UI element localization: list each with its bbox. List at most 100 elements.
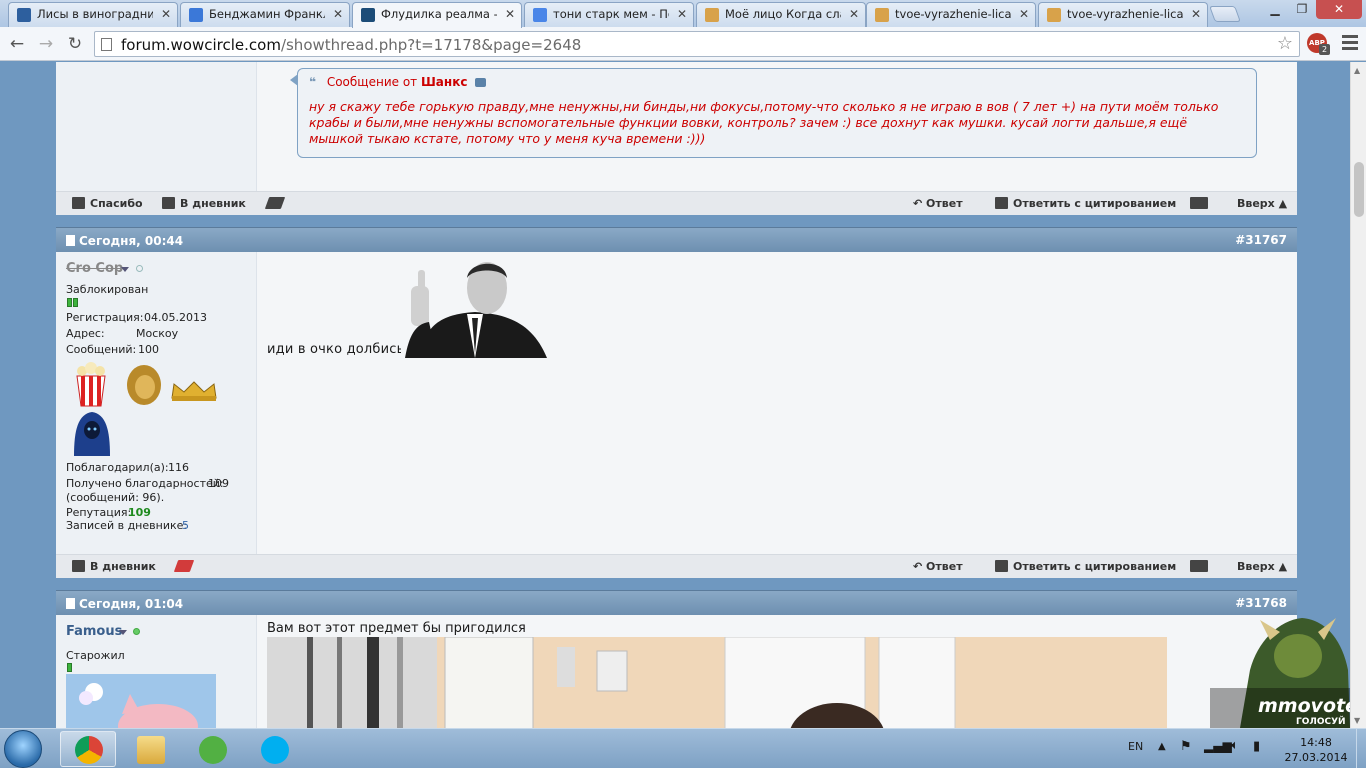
quote-reply-icon [995, 560, 1008, 572]
back-button[interactable]: ← [5, 32, 29, 56]
diary-button[interactable]: В дневник [72, 560, 156, 573]
diary-entries-label: Записей в дневнике: [66, 519, 188, 532]
tray-expand-icon[interactable]: ▲ [1158, 741, 1166, 752]
thanks-button[interactable]: Спасибо [72, 197, 143, 210]
address-label: Адрес: [66, 327, 105, 340]
back-to-top-link[interactable]: Вверх ▲ [1237, 197, 1287, 210]
scroll-down-icon[interactable]: ▼ [1354, 716, 1360, 725]
username[interactable]: Famous [66, 624, 122, 639]
tab-4[interactable]: тони старк мем - Пои ✕ [524, 2, 694, 27]
show-desktop-button[interactable] [1356, 729, 1366, 768]
user-menu-caret-icon[interactable] [119, 630, 127, 635]
reply-with-quote-button[interactable]: Ответить с цитированием [995, 560, 1176, 573]
quote-author[interactable]: Шанкс [421, 75, 467, 89]
system-clock[interactable]: 14:48 27.03.2014 [1282, 735, 1350, 765]
post-message: Вам вот этот предмет бы пригодился [267, 621, 526, 636]
action-center-flag-icon[interactable]: ⚑ [1180, 739, 1192, 754]
crown-award-icon [171, 381, 217, 401]
close-tab-icon[interactable]: ✕ [333, 7, 343, 21]
restore-button[interactable]: ❐ [1289, 0, 1315, 19]
offline-status-icon [136, 265, 143, 272]
page-scrollbar[interactable]: ▲ ▼ [1350, 62, 1366, 728]
reputation-red-icon [173, 560, 195, 572]
skype-icon [261, 736, 289, 764]
volume-icon[interactable]: 🔈︎ [1231, 738, 1239, 753]
power-icon[interactable]: ▮ [1253, 739, 1260, 754]
close-tab-icon[interactable]: ✕ [849, 7, 859, 21]
reply-button[interactable]: ↶ Ответ [913, 560, 963, 573]
tab-5[interactable]: Моё лицо Когда слаб ✕ [696, 2, 866, 27]
username[interactable]: Cro Cop [66, 261, 123, 276]
reg-value: 04.05.2013 [144, 311, 207, 324]
mmovote-badge[interactable]: mmovote ГОЛОСУЙ [1210, 610, 1350, 728]
chrome-menu-icon[interactable] [1342, 35, 1358, 51]
diary-entries-value[interactable]: 5 [182, 518, 189, 534]
post-date: Сегодня, 00:44 [66, 234, 183, 248]
browser-toolbar: ← → ↻ forum.wowcircle.com/showthread.php… [0, 27, 1366, 61]
reputation-button[interactable] [173, 560, 197, 573]
close-window-button[interactable]: ✕ [1316, 0, 1362, 19]
close-tab-icon[interactable]: ✕ [677, 7, 687, 21]
online-status-icon [133, 628, 140, 635]
explorer-icon [137, 736, 165, 764]
close-tab-icon[interactable]: ✕ [505, 7, 515, 21]
reply-with-quote-button[interactable]: Ответить с цитированием [995, 197, 1176, 210]
tab-7[interactable]: tvoe-vyrazhenie-lica_4 ✕ [1038, 2, 1208, 27]
reputation-icon [264, 197, 286, 209]
hooded-figure-award-icon [74, 412, 110, 456]
post-number-link[interactable]: #31768 [1235, 596, 1287, 610]
post-message: иди в очко долбись [267, 342, 405, 357]
diary-button[interactable]: В дневник [162, 197, 246, 210]
reload-button[interactable]: ↻ [63, 32, 87, 56]
new-tab-button[interactable] [1209, 6, 1241, 22]
close-tab-icon[interactable]: ✕ [1191, 7, 1201, 21]
multiquote-button[interactable] [1190, 197, 1213, 210]
scroll-thumb[interactable] [1354, 162, 1364, 217]
tab-2[interactable]: Бенджамин Франклин ✕ [180, 2, 350, 27]
bookmark-star-icon[interactable]: ☆ [1277, 33, 1293, 54]
quote-reply-icon [995, 197, 1008, 209]
tab-1[interactable]: Лисы в виноградниках ✕ [8, 2, 178, 27]
scroll-up-icon[interactable]: ▲ [1354, 66, 1360, 75]
url-text[interactable]: forum.wowcircle.com/showthread.php?t=171… [121, 36, 581, 54]
taskbar-chrome[interactable] [60, 731, 116, 767]
reputation-button[interactable] [264, 197, 288, 210]
post-body-31768: Вам вот этот предмет бы пригодился [257, 615, 1297, 728]
minimize-button[interactable]: ▁ [1262, 0, 1288, 19]
posts-value: 100 [138, 343, 159, 356]
image-icon [1047, 8, 1061, 22]
user-menu-caret-icon[interactable] [121, 267, 129, 272]
multiquote-button[interactable] [1190, 560, 1213, 573]
popcorn-award-icon [76, 362, 106, 407]
taskbar-skype[interactable] [246, 731, 302, 767]
received-note: (сообщений: 96). [66, 491, 165, 504]
reply-arrow-icon: ↶ [913, 560, 927, 573]
tab-6[interactable]: tvoe-vyrazhenie-lica_4 ✕ [866, 2, 1036, 27]
address-bar[interactable]: forum.wowcircle.com/showthread.php?t=171… [94, 31, 1300, 57]
forward-button[interactable]: → [34, 32, 58, 56]
reply-button[interactable]: ↶ Ответ [913, 197, 963, 210]
close-tab-icon[interactable]: ✕ [1019, 7, 1029, 21]
network-signal-icon[interactable]: ▂▄▆ [1204, 739, 1232, 753]
reputation-bar-icon [67, 298, 72, 307]
back-to-top-link[interactable]: Вверх ▲ [1237, 560, 1287, 573]
post-date: Сегодня, 01:04 [66, 597, 183, 611]
post-body-31767: иди в очко долбись [257, 252, 1297, 554]
taskbar-explorer[interactable] [122, 731, 178, 767]
reg-label: Регистрация: [66, 311, 144, 324]
close-tab-icon[interactable]: ✕ [161, 7, 171, 21]
taskbar-utorrent[interactable] [184, 731, 240, 767]
tab-3-active[interactable]: Флудилка реалма - C ✕ [352, 2, 522, 28]
thanked-value: 116 [168, 461, 189, 474]
post-sidebar-31768: Famous Старожил [56, 615, 257, 728]
start-button[interactable] [4, 730, 42, 768]
reply-arrow-icon: ↶ [913, 197, 927, 210]
post-header-31767: Сегодня, 00:44 #31767 [56, 227, 1297, 252]
user-avatar[interactable] [66, 674, 216, 728]
language-indicator[interactable]: EN [1128, 740, 1143, 753]
diary-icon [72, 560, 85, 572]
mmovote-caption: ГОЛОСУЙ [1296, 715, 1346, 727]
post-number-link[interactable]: #31767 [1235, 233, 1287, 247]
post-actions-bar-1: Спасибо В дневник ↶ Ответ Ответить с цит… [56, 191, 1297, 215]
view-post-icon[interactable] [475, 78, 487, 87]
